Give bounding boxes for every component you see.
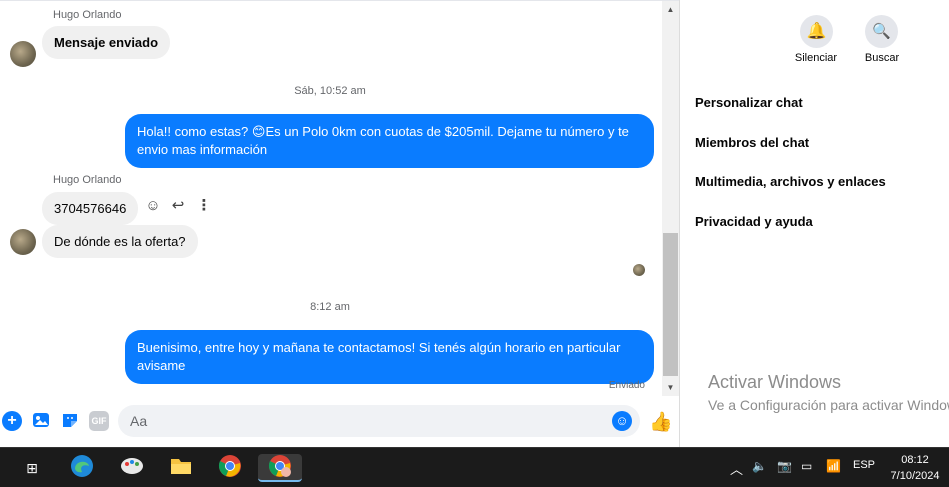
seen-avatar	[633, 264, 645, 276]
sticker-icon[interactable]	[60, 411, 80, 431]
task-view-icon[interactable]: ⊞	[18, 454, 46, 482]
activate-subtitle: Ve a Configuración para activar Windows.	[708, 397, 949, 413]
like-icon[interactable]: 👍	[649, 410, 673, 434]
clock-time: 08:12	[901, 454, 929, 466]
sender-name: Hugo Orlando	[53, 9, 122, 21]
more-icon[interactable]: ⋮	[195, 197, 213, 215]
gif-icon[interactable]: GIF	[89, 411, 109, 431]
clock-date: 7/10/2024	[890, 470, 940, 482]
paint-icon[interactable]	[118, 454, 146, 482]
message-bubble-incoming[interactable]: 3704576646	[42, 192, 139, 225]
chat-panel: Hugo Orlando Mensaje enviado Sáb, 10:52 …	[0, 0, 680, 447]
message-bubble-outgoing[interactable]: Hola!! como estas? 😊Es un Polo 0km con c…	[125, 114, 654, 168]
avatar[interactable]	[10, 41, 36, 67]
chrome-profile-icon[interactable]	[258, 454, 302, 482]
message-bubble-outgoing[interactable]: Buenisimo, entre hoy y mañana te contact…	[125, 330, 654, 384]
scroll-up-icon[interactable]: ▲	[662, 1, 679, 18]
timestamp: 8:12 am	[310, 301, 350, 313]
language-indicator[interactable]: ESP	[853, 459, 875, 471]
taskbar: ⊞ ︿ 🔈 📷 ▭ 📶 ESP 08:12 7/10/2024	[0, 447, 949, 487]
scroll-down-icon[interactable]: ▼	[662, 379, 679, 396]
chat-scrollbar[interactable]: ▲ ▼	[662, 1, 679, 396]
chevron-up-icon[interactable]: ︿	[730, 459, 743, 478]
silence-label: Silenciar	[794, 52, 838, 64]
menu-item-members[interactable]: Miembros del chat	[695, 135, 809, 150]
folder-icon[interactable]	[167, 454, 195, 482]
menu-item-personalize[interactable]: Personalizar chat	[695, 95, 803, 110]
wifi-icon[interactable]: 📶	[826, 459, 841, 473]
react-icon[interactable]: ☺	[144, 197, 162, 215]
volume-icon[interactable]: 🔈	[752, 459, 767, 473]
edge-icon[interactable]	[68, 454, 96, 482]
avatar[interactable]	[10, 229, 36, 255]
reply-icon[interactable]: ↩	[169, 197, 187, 215]
bell-icon[interactable]: 🔔	[800, 15, 833, 48]
activate-title: Activar Windows	[708, 372, 842, 392]
search-icon[interactable]: 🔍	[865, 15, 898, 48]
timestamp: Sáb, 10:52 am	[294, 85, 366, 97]
menu-item-media[interactable]: Multimedia, archivos y enlaces	[695, 174, 886, 189]
battery-icon[interactable]: ▭	[801, 459, 812, 473]
scroll-thumb[interactable]	[663, 233, 678, 376]
camera-icon[interactable]: 📷	[777, 459, 792, 473]
message-bubble-incoming[interactable]: Mensaje enviado	[42, 26, 171, 59]
plus-icon[interactable]: +	[2, 411, 22, 431]
windows-activation-watermark: Activar Windows Ve a Configuración para …	[708, 372, 949, 413]
chrome-icon[interactable]	[216, 454, 244, 482]
image-icon[interactable]	[31, 411, 51, 431]
sender-name: Hugo Orlando	[53, 174, 122, 186]
clock[interactable]: 08:12 7/10/2024	[886, 452, 944, 484]
composer: + GIF Aa ☺ 👍	[0, 401, 680, 441]
menu-item-privacy[interactable]: Privacidad y ayuda	[695, 214, 813, 229]
message-input-placeholder: Aa	[130, 413, 148, 429]
search-label: Buscar	[864, 52, 900, 64]
message-status: Enviado	[608, 380, 645, 391]
message-bubble-incoming[interactable]: De dónde es la oferta?	[42, 225, 198, 258]
message-input[interactable]: Aa ☺	[118, 405, 640, 437]
emoji-icon[interactable]: ☺	[612, 411, 632, 431]
